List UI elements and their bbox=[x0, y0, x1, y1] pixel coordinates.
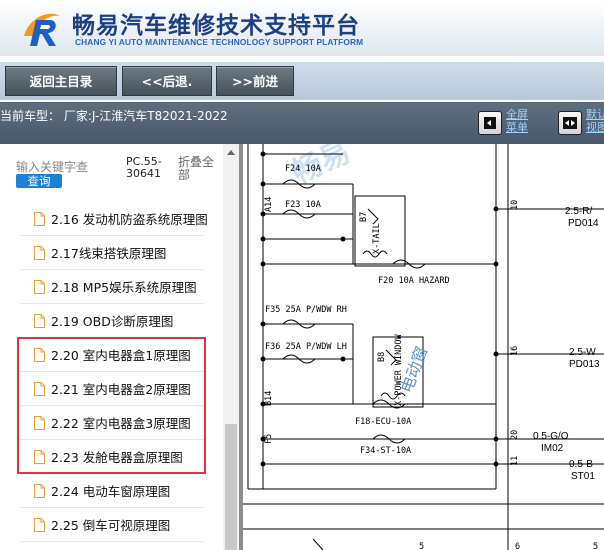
pc-code: PC.55-30641 bbox=[126, 155, 162, 180]
pin-label: B8 bbox=[377, 352, 387, 362]
tree-item[interactable]: 2.20 室内电器盒1原理图 bbox=[20, 338, 204, 372]
wire-code: 0.5-G/O bbox=[533, 431, 569, 442]
document-icon bbox=[34, 245, 45, 260]
search-button[interactable]: 查询 bbox=[16, 174, 62, 188]
wiring-diagram-svg: 畅易 F24 10A F23 10A F20 10A HAZARD F35 25… bbox=[243, 144, 604, 550]
nav-bar: 返回主目录 <<后退. >>前进 bbox=[0, 56, 604, 102]
collapse-all-button[interactable]: 折叠全部 bbox=[178, 156, 214, 182]
tree-item[interactable]: 2.21 室内电器盒2原理图 bbox=[20, 372, 204, 406]
wire-id: ST01 bbox=[571, 471, 595, 482]
bottom-number: 5 bbox=[419, 542, 424, 550]
wiring-diagram: 畅易 F24 10A F23 10A F20 10A HAZARD F35 25… bbox=[243, 144, 604, 550]
document-icon bbox=[34, 517, 45, 532]
bottom-number: 5 bbox=[593, 542, 598, 550]
pin-label: B14 bbox=[264, 391, 274, 406]
wire-code: 2.5-R/ bbox=[565, 206, 592, 217]
relay-label: X-TAIL bbox=[372, 223, 382, 254]
search-input[interactable]: 输入关键字查 bbox=[16, 158, 88, 175]
pin-label: F5 bbox=[264, 434, 274, 444]
relay-label: X-POWER WINDOW bbox=[394, 333, 404, 406]
info-bar: 当前车型： 厂家:J-江淮汽车T82021-2022 全屏菜单 默认视图 bbox=[0, 102, 604, 144]
tree-item[interactable]: 2.24 电动车窗原理图 bbox=[20, 474, 204, 508]
tree-item-label: 2.24 电动车窗原理图 bbox=[51, 484, 171, 499]
fullscreen-icon bbox=[478, 111, 502, 135]
tree-item-label: 2.23 发舱电器盒原理图 bbox=[51, 450, 183, 465]
tree-item-label: 2.19 OBD诊断原理图 bbox=[51, 314, 174, 329]
tree-item[interactable]: 2.23 发舱电器盒原理图 bbox=[20, 440, 204, 474]
tree-item[interactable]: 2.16 发动机防盗系统原理图 bbox=[20, 202, 208, 236]
app-title: 畅易汽车维修技术支持平台 bbox=[72, 13, 360, 39]
tree-item[interactable]: 2.17线束搭铁原理图 bbox=[20, 236, 204, 270]
tree-item-label: 2.20 室内电器盒1原理图 bbox=[51, 348, 191, 363]
connector-number: 20 bbox=[510, 430, 520, 440]
tree-item-label: 2.25 倒车可视原理图 bbox=[51, 518, 171, 533]
connector-number: 16 bbox=[510, 346, 520, 356]
sidebar: 输入关键字查 查询 PC.55-30641 折叠全部 2.16 发动机防盗系统原… bbox=[0, 144, 222, 550]
fuse-label: F23 10A bbox=[285, 200, 321, 210]
fullscreen-label: 全屏菜单 bbox=[506, 108, 528, 134]
document-icon bbox=[34, 313, 45, 328]
home-button[interactable]: 返回主目录 bbox=[5, 66, 117, 96]
fullscreen-menu-button[interactable]: 全屏菜单 bbox=[478, 108, 532, 140]
document-icon bbox=[34, 347, 45, 362]
fuse-label: F18-ECU-10A bbox=[355, 417, 411, 427]
tree-item[interactable]: 2.22 室内电器盒3原理图 bbox=[20, 406, 204, 440]
fuse-label: F36 25A P/WDW LH bbox=[265, 342, 347, 352]
logo-icon bbox=[24, 13, 60, 46]
fuse-label: F20 10A HAZARD bbox=[378, 276, 450, 286]
fuse-label: F34-ST-10A bbox=[360, 446, 411, 456]
wire-id: PD014 bbox=[568, 218, 599, 229]
default-view-button[interactable]: 默认视图 bbox=[558, 108, 604, 140]
tree-item-label: 2.16 发动机防盗系统原理图 bbox=[51, 212, 208, 227]
back-button[interactable]: <<后退. bbox=[122, 66, 212, 96]
doc-tree: 2.16 发动机防盗系统原理图 2.17线束搭铁原理图 2.18 MP5娱乐系统… bbox=[20, 202, 208, 542]
tree-item[interactable]: 2.18 MP5娱乐系统原理图 bbox=[20, 270, 204, 304]
tree-item-label: 2.17线束搭铁原理图 bbox=[51, 246, 167, 261]
fuse-label: F35 25A P/WDW RH bbox=[265, 305, 347, 315]
document-icon bbox=[34, 415, 45, 430]
scrollbar-thumb[interactable] bbox=[225, 424, 237, 550]
tree-item-label: 2.21 室内电器盒2原理图 bbox=[51, 382, 191, 397]
pin-label: B7 bbox=[359, 212, 369, 222]
current-model: 当前车型： 厂家:J-江淮汽车T82021-2022 bbox=[0, 109, 228, 123]
bottom-number: 6 bbox=[515, 542, 520, 550]
scroll-up-icon[interactable] bbox=[227, 150, 235, 155]
document-icon bbox=[34, 381, 45, 396]
wire-id: PD013 bbox=[569, 359, 600, 370]
default-view-label: 默认视图 bbox=[586, 108, 604, 134]
tree-item[interactable]: 2.25 倒车可视原理图 bbox=[20, 508, 204, 542]
wire-code: 2.5-W bbox=[569, 347, 596, 358]
tree-item-label: 2.22 室内电器盒3原理图 bbox=[51, 416, 191, 431]
forward-button[interactable]: >>前进 bbox=[216, 66, 294, 96]
document-icon bbox=[34, 449, 45, 464]
sidebar-scrollbar[interactable] bbox=[223, 144, 239, 550]
wire-code: 0.5-B bbox=[569, 459, 593, 470]
tree-item-label: 2.18 MP5娱乐系统原理图 bbox=[51, 280, 197, 295]
app-subtitle: CHANG YI AUTO MAINTENANCE TECHNOLOGY SUP… bbox=[75, 37, 364, 47]
document-icon bbox=[34, 483, 45, 498]
connector-number: 11 bbox=[510, 456, 520, 466]
document-icon bbox=[34, 211, 45, 226]
connector-number: 10 bbox=[510, 200, 520, 210]
wire-id: IM02 bbox=[541, 443, 564, 454]
fuse-label: F24 10A bbox=[285, 164, 321, 174]
document-icon bbox=[34, 279, 45, 294]
app-header: 畅易汽车维修技术支持平台 CHANG YI AUTO MAINTENANCE T… bbox=[0, 0, 604, 56]
split-view-icon bbox=[558, 111, 582, 135]
tree-item[interactable]: 2.19 OBD诊断原理图 bbox=[20, 304, 204, 338]
pin-label: A14 bbox=[264, 197, 274, 212]
